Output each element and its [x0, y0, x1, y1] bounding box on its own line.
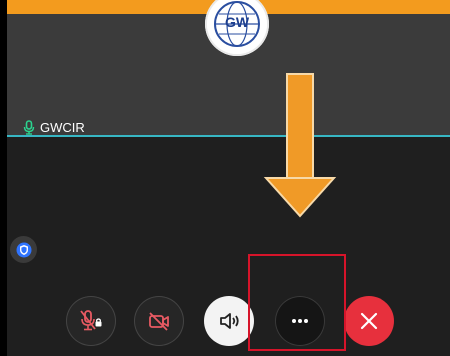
close-icon: [360, 312, 378, 330]
speaker-icon: [220, 313, 239, 329]
participant-label: GWCIR: [23, 120, 85, 135]
annotation-highlight-box: [248, 254, 346, 351]
camera-off-icon: [149, 312, 169, 331]
mute-mic-button[interactable]: [66, 296, 116, 346]
video-call-screen: GW GWCIR: [0, 0, 450, 356]
participant-name: GWCIR: [40, 120, 85, 135]
camera-toggle-button[interactable]: [134, 296, 184, 346]
annotation-arrow-icon: [263, 73, 337, 218]
end-call-button[interactable]: [344, 296, 394, 346]
shield-icon: [16, 242, 31, 257]
mic-muted-locked-icon: [80, 310, 102, 331]
left-edge: [0, 0, 7, 356]
security-shield-button[interactable]: [10, 236, 37, 263]
participant-tile: GW GWCIR: [7, 0, 450, 136]
participant-avatar: GW: [205, 0, 269, 56]
globe-logo-icon: GW: [207, 0, 267, 54]
svg-text:GW: GW: [225, 14, 250, 30]
speaker-button[interactable]: [204, 296, 254, 346]
mic-icon: [23, 120, 35, 135]
